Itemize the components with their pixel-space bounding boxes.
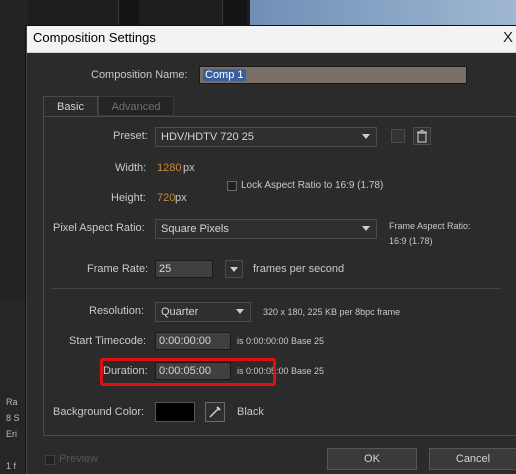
app-viewer-preview [250, 0, 516, 28]
frame-rate-dropdown[interactable] [225, 260, 243, 278]
resolution-label: Resolution: [89, 305, 145, 317]
frame-rate-input[interactable]: 25 [155, 260, 213, 278]
background-color-name: Black [237, 406, 264, 418]
preview-label: Preview [59, 453, 99, 465]
close-icon[interactable]: X [503, 29, 516, 47]
dropdown-arrow-icon [362, 226, 370, 231]
ok-button[interactable]: OK [327, 448, 417, 470]
composition-settings-dialog: Composition Settings X Composition Name:… [26, 26, 516, 474]
start-timecode-label: Start Timecode: [69, 335, 147, 347]
preset-dropdown[interactable]: HDV/HDTV 720 25 [155, 127, 377, 147]
trash-icon[interactable] [413, 127, 431, 145]
width-unit: px [183, 162, 195, 174]
pixel-aspect-value: Square Pixels [161, 223, 229, 235]
eyedropper-icon-glyph [209, 406, 221, 418]
dropdown-arrow-icon [236, 309, 244, 314]
cancel-button[interactable]: Cancel [429, 448, 516, 470]
start-timecode-input[interactable]: 0:00:00:00 [155, 332, 231, 350]
trash-icon-glyph [417, 129, 427, 143]
start-timecode-value: 0:00:00:00 [159, 335, 211, 347]
frame-rate-value: 25 [159, 263, 172, 275]
composition-name-value: Comp 1 [203, 69, 246, 81]
timeline-cell: 1 f [6, 461, 17, 471]
app-panel-divider [118, 0, 139, 28]
composition-name-label: Composition Name: [91, 69, 188, 81]
timeline-cell: Eri [6, 429, 17, 439]
tab-advanced[interactable]: Advanced [98, 96, 174, 116]
app-panel-divider [222, 0, 247, 28]
frame-aspect-label: Frame Aspect Ratio: [389, 221, 471, 231]
timeline-cell: 8 S [6, 413, 20, 423]
preset-value: HDV/HDTV 720 25 [161, 131, 254, 143]
width-value[interactable]: 1280 [157, 162, 181, 174]
timeline-cell: Ra [6, 397, 18, 407]
preset-label: Preset: [113, 130, 148, 142]
app-timeline-panel: Ra 8 S Eri 1 f [0, 300, 28, 474]
dialog-title: Composition Settings [33, 30, 156, 45]
checkbox-icon[interactable] [227, 181, 237, 191]
lock-aspect-label: Lock Aspect Ratio to 16:9 (1.78) [241, 180, 384, 191]
height-value[interactable]: 720 [157, 192, 175, 204]
checkbox-icon[interactable] [45, 455, 55, 465]
height-label: Height: [111, 192, 146, 204]
eyedropper-icon[interactable] [205, 402, 225, 422]
background-color-label: Background Color: [53, 406, 145, 418]
section-divider [51, 288, 501, 289]
dialog-titlebar[interactable]: Composition Settings X [27, 26, 516, 53]
resolution-value: Quarter [161, 306, 199, 318]
duration-highlight-box [100, 358, 276, 386]
resolution-info: 320 x 180, 225 KB per 8bpc frame [263, 307, 401, 317]
frame-rate-label: Frame Rate: [87, 263, 149, 275]
pixel-aspect-label: Pixel Aspect Ratio: [53, 222, 145, 234]
basic-tab-panel [43, 116, 516, 436]
save-preset-icon[interactable] [391, 129, 405, 143]
width-label: Width: [115, 162, 147, 174]
start-timecode-info: is 0:00:00:00 Base 25 [237, 336, 325, 346]
dropdown-arrow-icon [362, 134, 370, 139]
height-unit: px [175, 192, 187, 204]
resolution-dropdown[interactable]: Quarter [155, 302, 251, 322]
background-color-swatch[interactable] [155, 402, 195, 422]
frame-aspect-value: 16:9 (1.78) [389, 236, 433, 246]
tab-basic[interactable]: Basic [43, 96, 98, 116]
composition-name-input[interactable]: Comp 1 [199, 66, 467, 84]
dropdown-arrow-icon [230, 267, 238, 272]
fps-label: frames per second [253, 263, 345, 275]
pixel-aspect-dropdown[interactable]: Square Pixels [155, 219, 377, 239]
